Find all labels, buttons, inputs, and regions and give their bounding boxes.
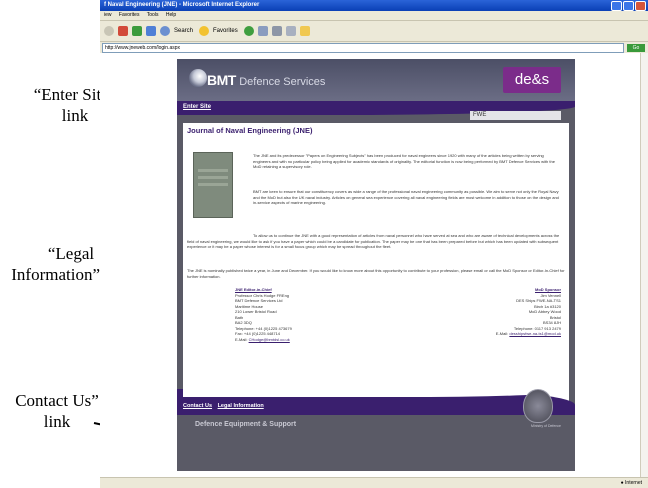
contact-us-link[interactable]: Contact Us [183, 403, 212, 409]
intro-paragraph: The JNE and its predecessor "Papers on E… [253, 153, 555, 169]
editor-email-link[interactable]: CHodge@bmtdsl.co.uk [249, 337, 290, 342]
logo-text: BMT [207, 72, 236, 88]
menu-tools[interactable]: Tools [147, 12, 159, 18]
legal-information-link[interactable]: Legal Information [218, 403, 264, 409]
address-input[interactable]: http://www.jneweb.com/login.aspx [102, 42, 624, 53]
browser-titlebar: f Naval Engineering (JNE) - Microsoft In… [100, 0, 648, 11]
editor-email: E-Mail: CHodge@bmtdsl.co.uk [235, 337, 385, 343]
minimize-button[interactable] [611, 1, 622, 11]
menu-bar: iew Favorites Tools Help [100, 11, 648, 21]
fwe-label: FWE [470, 111, 561, 120]
maximize-button[interactable] [623, 1, 634, 11]
edit-icon[interactable] [285, 26, 296, 36]
menu-help[interactable]: Help [166, 12, 176, 18]
forward-icon[interactable] [104, 26, 114, 36]
footer-links: Contact Us Legal Information [183, 403, 268, 409]
close-button[interactable] [635, 1, 646, 11]
folder-icon[interactable] [299, 26, 310, 36]
browser-content: BMT Defence Services de&s Enter Site FWE… [100, 53, 648, 478]
mail-icon[interactable] [257, 26, 268, 36]
bmt-logo: BMT Defence Services [207, 72, 325, 88]
print-icon[interactable] [271, 26, 282, 36]
sponsor-contact: MoD Sponsor Jim Vennell DES Ships FWE-NA… [415, 287, 561, 337]
status-bar: ● Internet [100, 477, 648, 488]
refresh-icon[interactable] [132, 26, 142, 36]
publication-paragraph: The JNE is nominally published twice a y… [187, 268, 565, 279]
go-button[interactable]: Go [627, 43, 645, 52]
home-icon[interactable] [146, 26, 156, 36]
search-button[interactable]: Search [174, 28, 193, 34]
crest-caption: Ministry of Defence [531, 424, 561, 428]
status-zone: ● Internet [620, 480, 642, 486]
favorites-icon[interactable] [199, 26, 210, 36]
browser-title: f Naval Engineering (JNE) - Microsoft In… [104, 2, 260, 8]
page-title: Journal of Naval Engineering (JNE) [187, 126, 313, 135]
window-controls [610, 1, 646, 16]
sponsor-email-label: E-Mail: [495, 331, 509, 336]
footer-brand: Defence Equipment & Support [195, 421, 297, 428]
contact-annotation-text: Contact Us” link [15, 391, 99, 431]
stop-icon[interactable] [118, 26, 128, 36]
menu-favorites[interactable]: Favorites [119, 12, 140, 18]
editor-email-label: E-Mail: [235, 336, 248, 342]
constituency-paragraph: BMT are keen to ensure that our constitu… [253, 189, 559, 205]
sponsor-email: E-Mail: desshipsfwe-na-ts1@mod.uk [415, 331, 561, 337]
editor-contact: JNE Editor-in-Chief Professor Chris Hodg… [235, 287, 385, 342]
browser-window: f Naval Engineering (JNE) - Microsoft In… [100, 0, 648, 488]
mod-crest-icon [523, 389, 553, 423]
search-icon[interactable] [160, 26, 170, 36]
journal-cover-image [193, 152, 233, 218]
enter-site-link[interactable]: Enter Site [183, 104, 211, 110]
browser-toolbar: Search Favorites [100, 21, 648, 42]
history-icon[interactable] [243, 26, 254, 36]
bmt-logo-icon [189, 69, 207, 87]
logo-subtext: Defence Services [239, 76, 326, 88]
articles-paragraph: To allow us to continue the JNE with a g… [187, 233, 560, 249]
vertical-scrollbar[interactable] [640, 53, 648, 478]
content-panel: Journal of Naval Engineering (JNE) The J… [183, 123, 569, 401]
des-logo: de&s [503, 67, 561, 93]
bmt-page: BMT Defence Services de&s Enter Site FWE… [177, 59, 575, 471]
sponsor-email-link[interactable]: desshipsfwe-na-ts1@mod.uk [509, 331, 561, 336]
status-zone-text: Internet [625, 480, 642, 486]
footer-curve [183, 381, 569, 397]
contact-annotation: Contact Us” link [2, 390, 112, 432]
favorites-button[interactable]: Favorites [213, 28, 238, 34]
menu-view[interactable]: iew [104, 12, 112, 18]
